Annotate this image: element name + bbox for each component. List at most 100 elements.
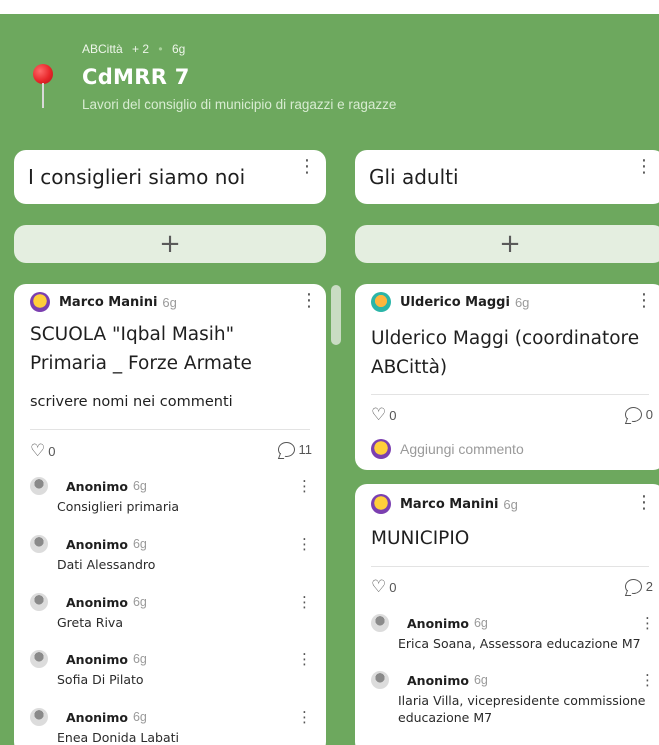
post-time: 6g [514, 294, 530, 310]
like-count: 0 [389, 407, 397, 423]
comment-time: 6g [132, 479, 147, 493]
comment-time: 6g [132, 710, 147, 724]
anonymous-avatar-icon [30, 650, 48, 668]
comment-item: Anonimo 6g Erica Soana, Assessora educaz… [371, 614, 655, 652]
like-button[interactable]: ♡ 0 [30, 441, 55, 461]
heart-icon: ♡ [371, 577, 387, 596]
scrollbar-thumb[interactable] [331, 285, 341, 345]
anonymous-avatar-icon [30, 477, 48, 495]
pushpin-icon [30, 64, 56, 116]
comments-button[interactable]: 2 [624, 579, 653, 594]
post-author-row: Marco Manini 6g [30, 292, 177, 312]
comment-time: 6g [132, 652, 147, 666]
post-time: 6g [162, 294, 177, 310]
add-post-button[interactable]: + [355, 225, 659, 263]
anonymous-avatar-icon [371, 671, 389, 689]
author-name: Ulderico Maggi [400, 294, 510, 310]
comment-time: 6g [132, 537, 147, 551]
board-age: 6g [171, 42, 186, 56]
post-time: 6g [503, 496, 518, 512]
kebab-menu-icon[interactable]: ⋮ [297, 477, 312, 495]
padlet-header: ABCittà + 2 • 6g CdMRR 7 Lavori del cons… [0, 14, 659, 144]
comment-bubble-icon [277, 442, 295, 457]
like-count: 0 [48, 443, 56, 459]
author-name: Marco Manini [59, 294, 158, 310]
kebab-menu-icon[interactable]: ⋮ [298, 158, 316, 176]
kebab-menu-icon[interactable]: ⋮ [640, 614, 655, 632]
kebab-menu-icon[interactable]: ⋮ [297, 535, 312, 553]
like-button[interactable]: ♡ 0 [371, 577, 396, 597]
comment-author: Anonimo [66, 594, 128, 610]
comment-author: Anonimo [407, 615, 469, 631]
anonymous-avatar-icon [371, 614, 389, 632]
kebab-menu-icon[interactable]: ⋮ [297, 650, 312, 668]
comment-time: 6g [473, 616, 488, 630]
comment-text: Consiglieri primaria [57, 499, 180, 514]
author-name: Marco Manini [400, 496, 499, 512]
comment-text: Dati Alessandro [57, 557, 156, 572]
kebab-menu-icon[interactable]: ⋮ [635, 292, 653, 310]
top-strip [0, 0, 659, 14]
comment-text: Erica Soana, Assessora educazione M7 [398, 636, 641, 651]
divider [371, 566, 649, 567]
post-card[interactable]: Marco Manini 6g ⋮ SCUOLA "Iqbal Masih" P… [14, 284, 326, 745]
comment-item: Anonimo 6g Ilaria Villa, vicepresidente … [371, 671, 655, 726]
comment-item: Anonimo 6g Enea Donida Labati ⋮ [30, 708, 312, 745]
avatar-icon [371, 292, 391, 312]
comment-author: Anonimo [407, 672, 469, 688]
comment-time: 6g [132, 595, 147, 609]
post-author-row: Marco Manini 6g [371, 494, 518, 514]
column-header-adulti[interactable]: Gli adulti ⋮ [355, 150, 659, 204]
comment-count: 0 [645, 407, 653, 422]
like-button[interactable]: ♡ 0 [371, 405, 396, 425]
avatar-icon [371, 439, 391, 459]
add-comment-placeholder: Aggiungi commento [400, 441, 524, 457]
comment-text: Ilaria Villa, vicepresidente commissione… [398, 693, 646, 725]
like-count: 0 [389, 579, 397, 595]
avatar-icon [30, 292, 50, 312]
column-title: I consiglieri siamo noi [28, 165, 246, 189]
comment-text: Enea Donida Labati [57, 730, 179, 745]
owner-name[interactable]: ABCittà [82, 42, 123, 56]
post-body: scrivere nomi nei commenti [30, 394, 233, 410]
comment-bubble-icon [624, 407, 642, 422]
kebab-menu-icon[interactable]: ⋮ [297, 593, 312, 611]
comment-author: Anonimo [66, 651, 128, 667]
board-title: CdMRR 7 [82, 65, 190, 89]
kebab-menu-icon[interactable]: ⋮ [635, 494, 653, 512]
post-card[interactable]: Ulderico Maggi 6g ⋮ Ulderico Maggi (coor… [355, 284, 659, 470]
post-title: SCUOLA "Iqbal Masih" Primaria _ Forze Ar… [30, 324, 252, 374]
comment-time: 6g [473, 673, 488, 687]
comments-button[interactable]: 11 [277, 442, 312, 457]
kebab-menu-icon[interactable]: ⋮ [297, 708, 312, 726]
comment-text: Greta Riva [57, 615, 123, 630]
comment-item: Anonimo 6g Consiglieri primaria ⋮ [30, 477, 312, 515]
comment-author: Anonimo [66, 478, 128, 494]
add-post-button[interactable]: + [14, 225, 326, 263]
comment-author: Anonimo [66, 709, 128, 725]
board-meta: ABCittà + 2 • 6g [82, 42, 185, 56]
anonymous-avatar-icon [30, 708, 48, 726]
post-author-row: Ulderico Maggi 6g [371, 292, 529, 312]
comment-author: Anonimo [66, 536, 128, 552]
post-title: MUNICIPIO [371, 528, 470, 549]
kebab-menu-icon[interactable]: ⋮ [640, 671, 655, 689]
contributors-count: + 2 [132, 42, 150, 56]
column-title: Gli adulti [369, 165, 459, 189]
comment-bubble-icon [624, 579, 642, 594]
comment-item: Anonimo 6g Dati Alessandro ⋮ [30, 535, 312, 573]
add-comment-field[interactable]: Aggiungi commento [371, 439, 524, 459]
meta-separator: • [158, 42, 163, 56]
kebab-menu-icon[interactable]: ⋮ [635, 158, 653, 176]
post-card[interactable]: Marco Manini 6g ⋮ MUNICIPIO ♡ 0 2 Anonim… [355, 484, 659, 745]
board-subtitle: Lavori del consiglio di municipio di rag… [82, 97, 397, 112]
comment-item: Anonimo 6g Sofia Di Pilato ⋮ [30, 650, 312, 688]
avatar-icon [371, 494, 391, 514]
comments-button[interactable]: 0 [624, 407, 653, 422]
kebab-menu-icon[interactable]: ⋮ [300, 292, 318, 310]
column-header-consiglieri[interactable]: I consiglieri siamo noi ⋮ [14, 150, 326, 204]
comment-text: Sofia Di Pilato [57, 672, 144, 687]
divider [371, 394, 649, 395]
post-title: Ulderico Maggi (coordinatore ABCittà) [371, 328, 640, 378]
comment-count: 2 [645, 579, 653, 594]
